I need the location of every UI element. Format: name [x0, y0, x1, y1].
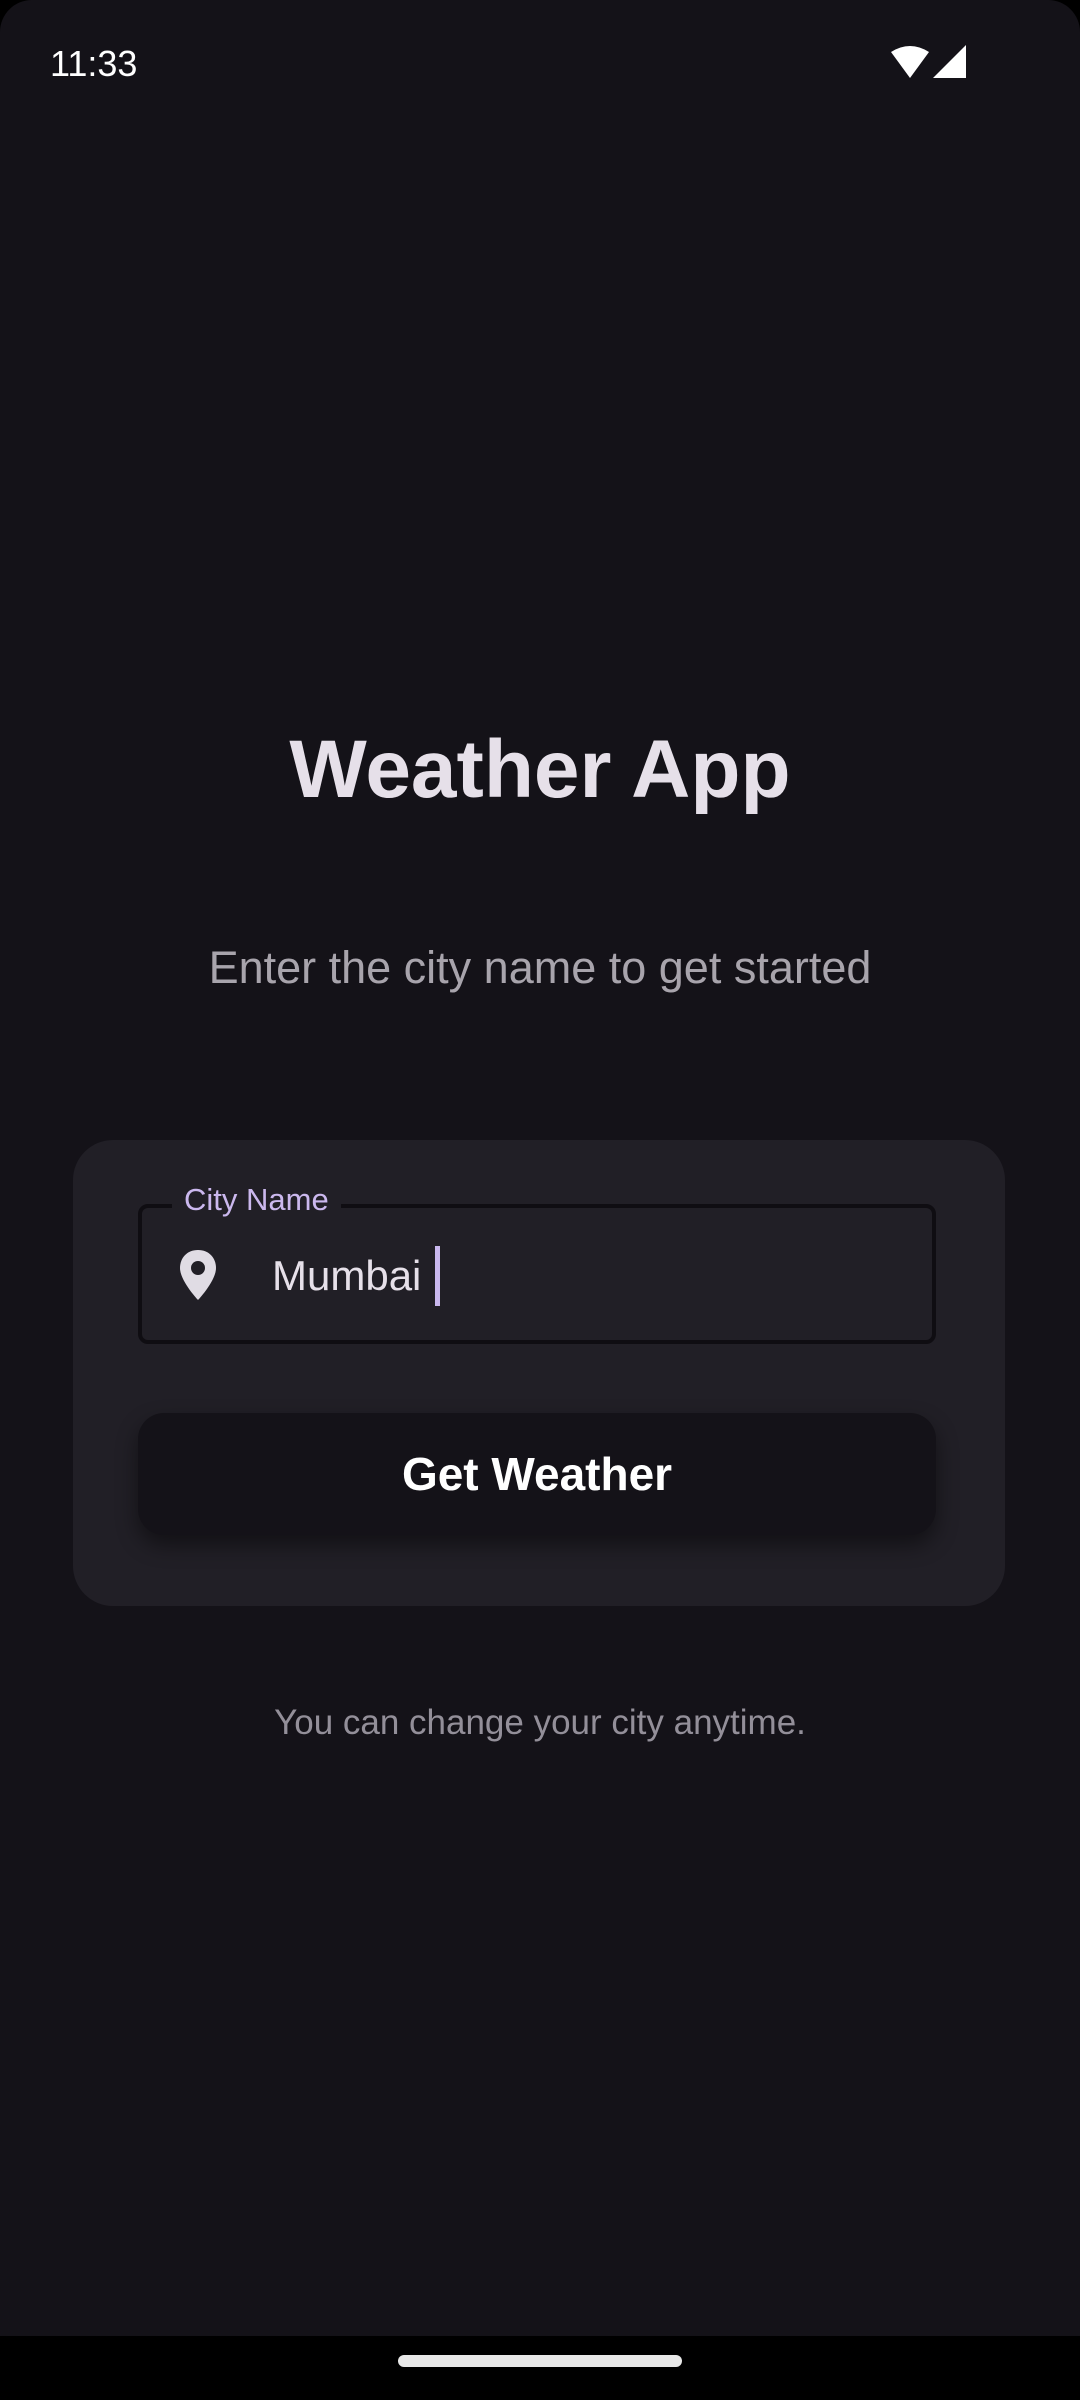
city-name-value: Mumbai: [272, 1252, 422, 1299]
get-weather-button[interactable]: Get Weather: [138, 1413, 936, 1535]
cell-signal-icon: [933, 45, 966, 78]
status-icons: [890, 44, 970, 80]
wifi-icon: [891, 46, 929, 78]
change-city-hint: You can change your city anytime.: [274, 1703, 806, 1742]
city-name-field[interactable]: City Name Mumbai: [138, 1180, 936, 1344]
city-form-card: City Name Mumbai Get Weather: [73, 1140, 1005, 1606]
location-pin-icon: [178, 1248, 218, 1302]
home-indicator[interactable]: [398, 2355, 682, 2367]
text-cursor: [435, 1246, 441, 1306]
status-time: 11:33: [50, 43, 138, 84]
page-subtitle: Enter the city name to get started: [208, 942, 872, 993]
city-name-input[interactable]: Mumbai: [272, 1244, 441, 1308]
navigation-bar: [0, 2336, 1080, 2400]
app-screen: 11:33 Weather App Enter the city name to…: [0, 0, 1080, 2400]
city-name-label: City Name: [172, 1180, 341, 1220]
page-title: Weather App: [289, 724, 791, 815]
